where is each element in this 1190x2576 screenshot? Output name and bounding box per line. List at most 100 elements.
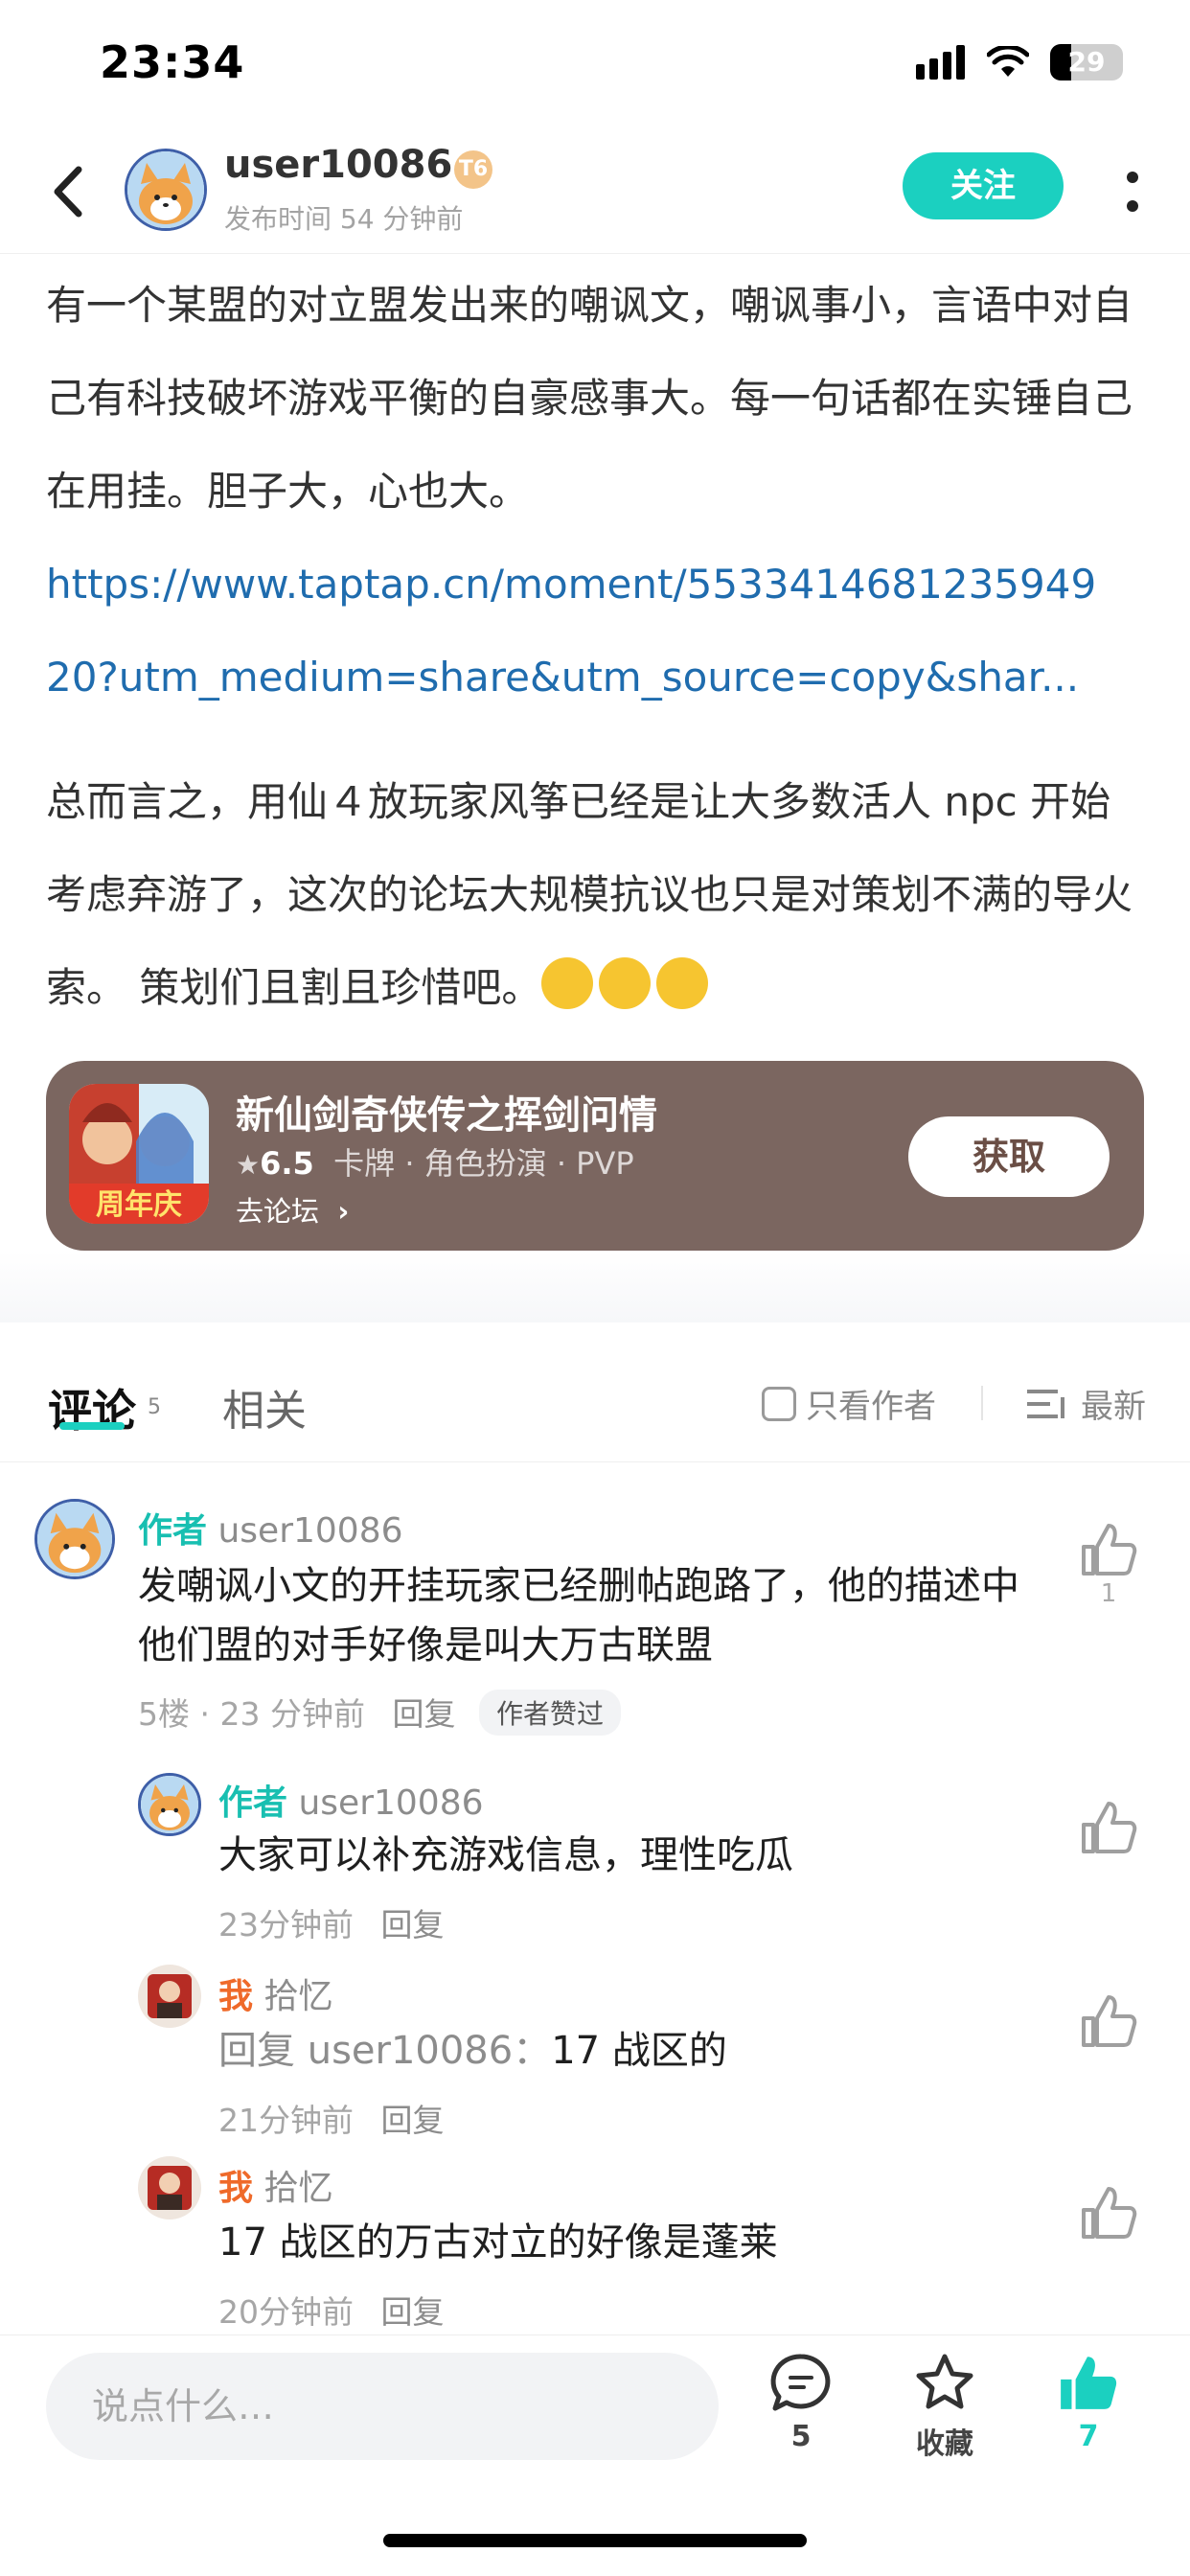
post-link[interactable]: https://www.taptap.cn/moment/55334146812… xyxy=(46,538,1148,724)
status-bar: 23:34 29 xyxy=(0,0,1190,129)
author-only-checkbox[interactable] xyxy=(762,1386,796,1421)
author-tag: 作者 xyxy=(138,1511,208,1551)
home-indicator[interactable] xyxy=(383,2534,807,2547)
status-icons: 29 xyxy=(916,44,1123,80)
game-icon-text: 周年庆 xyxy=(96,1188,182,1222)
comment-text: 大家可以补充游戏信息，理性吃瓜 xyxy=(218,1833,793,1877)
smile-emoji-icon xyxy=(656,957,709,1009)
thumbs-up-icon[interactable] xyxy=(1078,1522,1139,1577)
comment-header: 我 拾忆 xyxy=(218,1968,332,2018)
comments-count: 5 xyxy=(790,2420,812,2453)
game-title[interactable]: 新仙剑奇侠传之挥剑问情 xyxy=(236,1084,657,1139)
author-liked-badge: 作者赞过 xyxy=(478,1690,621,1736)
post-link-line[interactable]: https://www.taptap.cn/moment/55334146812… xyxy=(46,538,1148,631)
tab-comments[interactable]: 评论 xyxy=(48,1376,136,1439)
commenter-name[interactable]: 拾忆 xyxy=(263,1977,332,2016)
level-badge: T6 xyxy=(454,150,492,189)
comment-text: 发嘲讽小文的开挂玩家已经删帖跑路了，他的描述中他们盟的对手好像是叫大万古联盟 xyxy=(138,1564,1019,1668)
thumbs-up-icon[interactable] xyxy=(1078,1993,1139,2049)
avatar[interactable] xyxy=(138,1773,201,1836)
commenter-name[interactable]: 拾忆 xyxy=(263,2169,332,2208)
reply-button[interactable]: 回复 xyxy=(381,2102,445,2139)
comment-bubble-icon[interactable] xyxy=(769,2353,833,2412)
like-post-button[interactable]: 7 xyxy=(1031,2353,1146,2453)
thumbs-up-filled-icon[interactable] xyxy=(1057,2353,1120,2412)
author-tag: 作者 xyxy=(218,1783,288,1823)
thumbs-up-icon[interactable] xyxy=(1078,2185,1139,2241)
comment-meta: 23分钟前 回复 xyxy=(218,1899,445,1945)
reply-prefix[interactable]: 回复 user10086： xyxy=(218,2029,551,2073)
game-forum-link[interactable]: 去论坛 › xyxy=(236,1189,349,1230)
comment-input[interactable]: 说点什么… xyxy=(46,2353,719,2460)
chevron-right-icon: › xyxy=(328,1195,350,1228)
battery-level: 29 xyxy=(1067,46,1106,78)
sort-button[interactable]: 最新 xyxy=(1027,1380,1146,1427)
game-forum-label[interactable]: 去论坛 xyxy=(236,1195,319,1228)
post-like-count: 7 xyxy=(1078,2420,1099,2453)
comment-text: 17 战区的 xyxy=(551,2029,727,2073)
post-time: 发布时间 54 分钟前 xyxy=(224,203,464,235)
battery-indicator: 29 xyxy=(1050,44,1123,80)
reply-button[interactable]: 回复 xyxy=(381,1906,445,1944)
commenter-name[interactable]: user10086 xyxy=(298,1783,483,1823)
comment-header: 我 拾忆 xyxy=(218,2160,332,2210)
author-avatar[interactable] xyxy=(125,149,207,231)
comment-text-row: 回复 user10086：17 战区的 xyxy=(218,2026,727,2076)
favorite-label: 收藏 xyxy=(916,2427,973,2461)
author-only-toggle[interactable]: 只看作者 xyxy=(762,1380,936,1427)
sort-icon xyxy=(1027,1389,1064,1418)
battery-icon: 29 xyxy=(1050,44,1123,80)
wifi-icon xyxy=(987,46,1029,77)
like-button[interactable] xyxy=(1078,1993,1139,2053)
tab-related[interactable]: 相关 xyxy=(222,1376,307,1438)
get-button[interactable]: 获取 xyxy=(908,1116,1110,1197)
like-button[interactable] xyxy=(1078,2185,1139,2244)
comment-time: 21分钟前 xyxy=(218,2102,354,2139)
like-button[interactable] xyxy=(1078,1800,1139,1859)
post-paragraph: 有一个某盟的对立盟发出来的嘲讽文，嘲讽事小，言语中对自己有科技破坏游戏平衡的自豪… xyxy=(46,282,1133,515)
back-arrow-icon[interactable] xyxy=(42,158,100,225)
reply-item: 我 拾忆 17 战区的万古对立的好像是蓬莱 20分钟前 回复 xyxy=(0,2147,1190,2334)
reply-button[interactable]: 回复 xyxy=(381,2293,445,2331)
avatar[interactable] xyxy=(138,1965,201,2028)
reply-button[interactable]: 回复 xyxy=(392,1695,455,1733)
divider xyxy=(981,1386,983,1420)
game-card[interactable]: 周年庆 新仙剑奇侠传之挥剑问情 ★6.5 卡牌 · 角色扮演 · PVP 去论坛… xyxy=(46,1061,1144,1251)
comment-tab-bar: 评论 5 相关 只看作者 最新 xyxy=(0,1322,1190,1462)
game-icon[interactable]: 周年庆 xyxy=(69,1084,209,1224)
comment-meta: 21分钟前 回复 xyxy=(218,2095,445,2141)
author-name[interactable]: user10086 xyxy=(224,143,452,187)
favorite-button[interactable]: 收藏 xyxy=(887,2353,1002,2462)
like-button[interactable]: 1 xyxy=(1078,1522,1139,1608)
tab-comments-count: 5 xyxy=(148,1395,161,1419)
comment-item: 作者 user10086 发嘲讽小文的开挂玩家已经删帖跑路了，他的描述中他们盟的… xyxy=(0,1476,1190,1744)
star-outline-icon[interactable] xyxy=(913,2353,976,2412)
post-body: 有一个某盟的对立盟发出来的嘲讽文，嘲讽事小，言语中对自己有科技破坏游戏平衡的自豪… xyxy=(46,259,1148,724)
game-meta: ★6.5 卡牌 · 角色扮演 · PVP xyxy=(236,1139,634,1184)
reply-item: 我 拾忆 回复 user10086：17 战区的 21分钟前 回复 xyxy=(0,1955,1190,2147)
avatar[interactable] xyxy=(138,2156,201,2220)
cellular-signal-icon xyxy=(916,45,965,80)
smile-emoji-icon xyxy=(541,957,594,1009)
reply-item: 作者 user10086 大家可以补充游戏信息，理性吃瓜 23分钟前 回复 xyxy=(0,1761,1190,1953)
thumbs-up-icon[interactable] xyxy=(1078,1800,1139,1855)
game-tags: 卡牌 · 角色扮演 · PVP xyxy=(333,1145,634,1182)
post-link-line[interactable]: 20?utm_medium=share&utm_source=copy&shar… xyxy=(46,631,1148,724)
sort-label: 最新 xyxy=(1081,1388,1146,1426)
comments-button[interactable]: 5 xyxy=(744,2353,858,2453)
like-count: 1 xyxy=(1100,1579,1117,1608)
post-paragraph: 总而言之，用仙４放玩家风筝已经是让大多数活人 npc 开始考虑弃游了，这次的论坛… xyxy=(46,755,1148,1034)
comment-time: 20分钟前 xyxy=(218,2293,354,2331)
more-icon[interactable] xyxy=(1113,158,1152,225)
avatar[interactable] xyxy=(34,1499,115,1579)
game-rating: 6.5 xyxy=(260,1145,314,1182)
smile-emoji-icon xyxy=(599,957,652,1009)
comment-text: 17 战区的万古对立的好像是蓬莱 xyxy=(218,2220,778,2265)
follow-button[interactable]: 关注 xyxy=(903,152,1064,219)
comment-floor-time: 5楼 · 23 分钟前 xyxy=(138,1695,365,1733)
commenter-name[interactable]: user10086 xyxy=(217,1511,402,1551)
me-tag: 我 xyxy=(218,1977,254,2016)
star-icon: ★ xyxy=(236,1149,261,1181)
post-header: user10086 T6 发布时间 54 分钟前 关注 xyxy=(0,129,1190,254)
comment-time: 23分钟前 xyxy=(218,1906,354,1944)
